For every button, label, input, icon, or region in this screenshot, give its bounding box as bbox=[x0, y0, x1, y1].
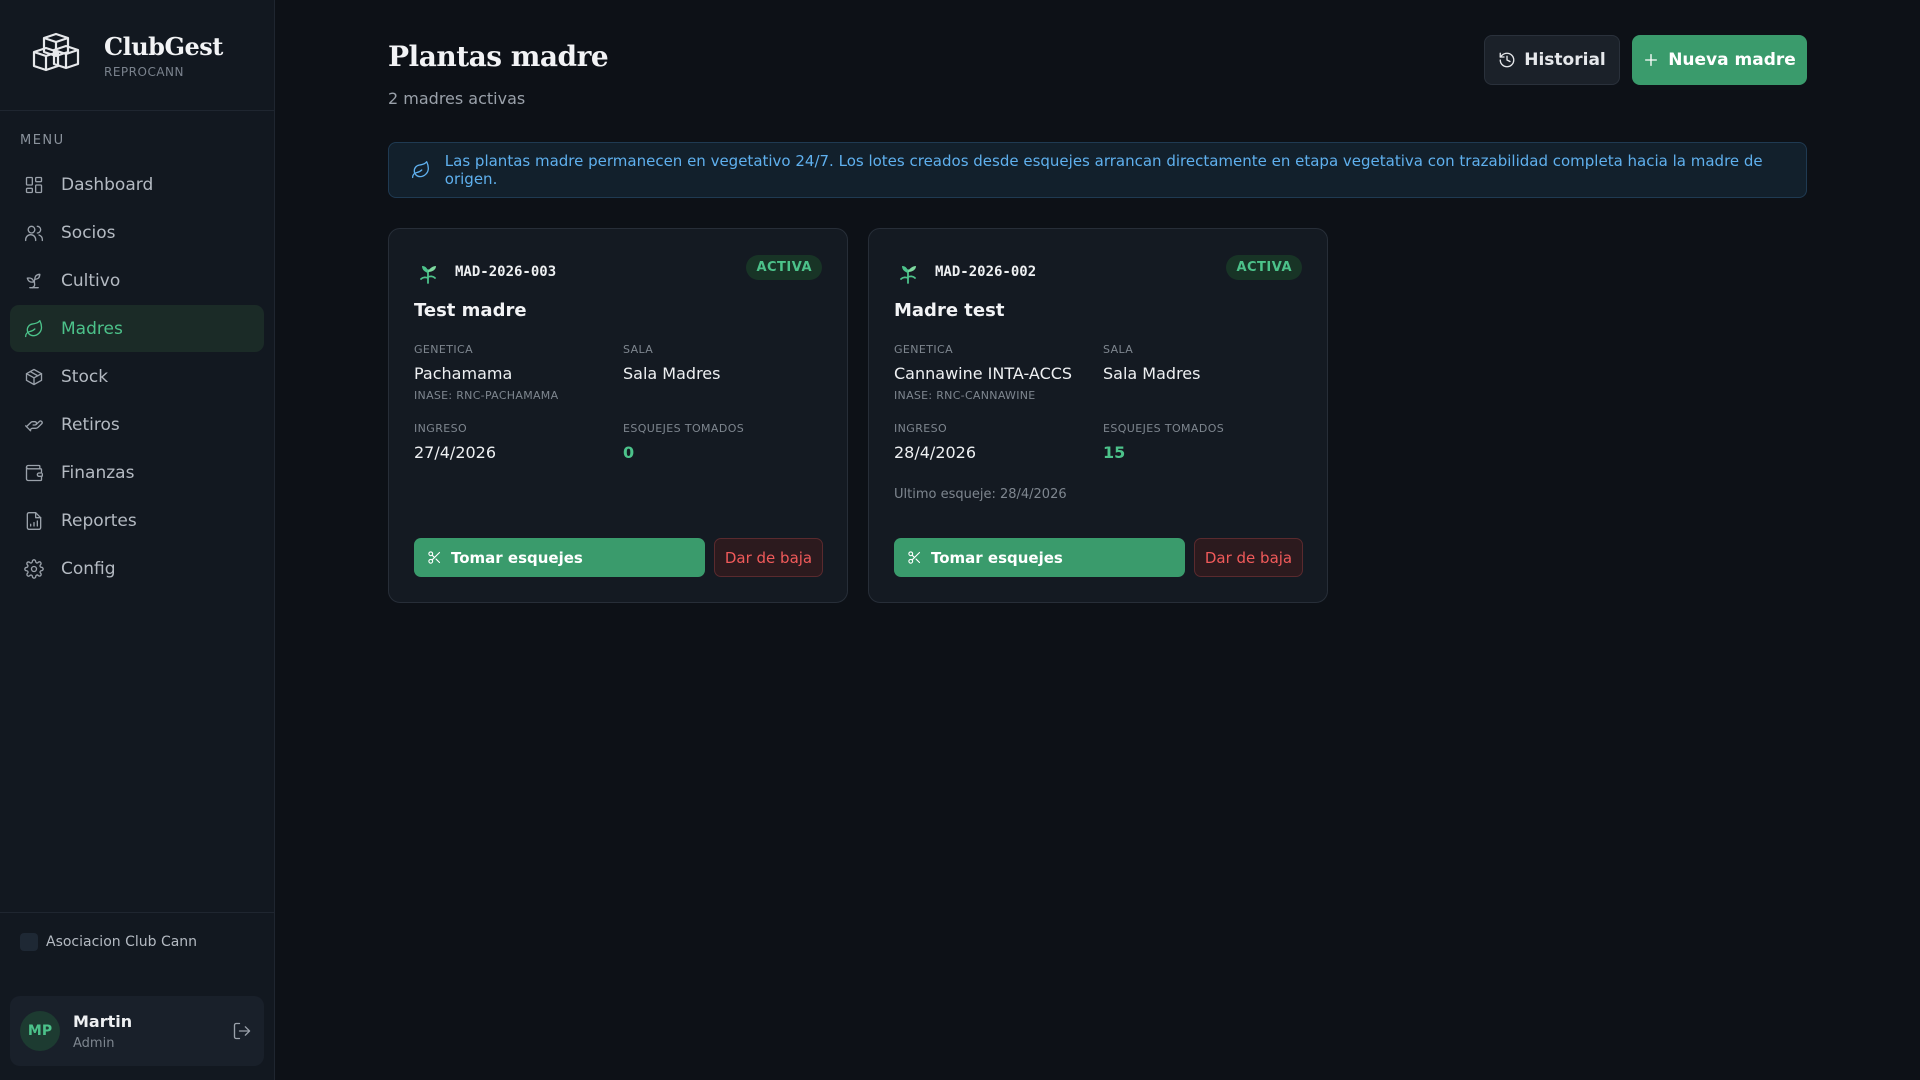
sidebar-item-label: Stock bbox=[61, 366, 109, 387]
sidebar-item-reportes[interactable]: Reportes bbox=[10, 497, 264, 544]
entry-label: INGRESO bbox=[414, 422, 468, 435]
sidebar-item-label: Dashboard bbox=[61, 174, 154, 195]
brand[interactable]: ClubGest REPROCANN bbox=[0, 0, 274, 111]
genetics-field: GENETICA Pachamama INASE: RNC-PACHAMAMA bbox=[414, 343, 558, 402]
user-role: Admin bbox=[73, 1035, 115, 1051]
sidebar-item-label: Finanzas bbox=[61, 462, 135, 483]
genetics-value: Cannawine INTA-ACCS bbox=[894, 364, 1073, 383]
entry-label: INGRESO bbox=[894, 422, 948, 435]
cuttings-field: ESQUEJES TOMADOS 15 bbox=[1103, 422, 1224, 462]
sidebar-item-config[interactable]: Config bbox=[10, 545, 264, 592]
organization-logo bbox=[20, 932, 38, 951]
mother-name: Test madre bbox=[414, 300, 527, 321]
mother-name: Madre test bbox=[894, 300, 1005, 321]
user-panel: MP Martin Admin bbox=[10, 996, 264, 1066]
status-badge: ACTIVA bbox=[746, 255, 822, 280]
sidebar-item-retiros[interactable]: Retiros bbox=[10, 401, 264, 448]
wallet-icon bbox=[25, 464, 43, 481]
sidebar-item-label: Retiros bbox=[61, 414, 120, 435]
genetics-label: GENETICA bbox=[894, 343, 954, 356]
entry-value: 28/4/2026 bbox=[894, 443, 977, 462]
inase-value: INASE: RNC-PACHAMAMA bbox=[414, 389, 559, 402]
leaf-icon bbox=[411, 161, 429, 179]
user-name: Martin bbox=[73, 1011, 133, 1031]
sidebar-item-stock[interactable]: Stock bbox=[10, 353, 264, 400]
room-label: SALA bbox=[1103, 343, 1134, 356]
cuttings-label: ESQUEJES TOMADOS bbox=[623, 422, 745, 435]
sidebar-item-label: Madres bbox=[61, 318, 123, 339]
sidebar-item-cultivo[interactable]: Cultivo bbox=[10, 257, 264, 304]
new-mother-label: Nueva madre bbox=[1668, 50, 1796, 70]
cuttings-field: ESQUEJES TOMADOS 0 bbox=[623, 422, 744, 462]
scissors-icon bbox=[908, 551, 921, 564]
package-icon bbox=[25, 368, 43, 385]
cuttings-value: 15 bbox=[1103, 443, 1126, 462]
sprout-icon bbox=[26, 273, 41, 288]
sidebar-item-label: Socios bbox=[61, 222, 116, 243]
info-banner: Las plantas madre permanecen en vegetati… bbox=[388, 142, 1807, 198]
plant-icon bbox=[900, 266, 916, 284]
inase-value: INASE: RNC-CANNAWINE bbox=[894, 389, 1036, 402]
logout-icon bbox=[233, 1022, 251, 1040]
genetics-field: GENETICA Cannawine INTA-ACCS INASE: RNC-… bbox=[894, 343, 1072, 402]
room-field: SALA Sala Madres bbox=[1103, 343, 1200, 383]
mother-code: MAD-2026-002 bbox=[935, 264, 1037, 280]
deactivate-button[interactable]: Dar de baja bbox=[1194, 538, 1303, 577]
take-cuttings-label: Tomar esquejes bbox=[931, 548, 1063, 567]
entry-value: 27/4/2026 bbox=[414, 443, 497, 462]
take-cuttings-label: Tomar esquejes bbox=[451, 548, 583, 567]
entry-field: INGRESO 28/4/2026 bbox=[894, 422, 976, 462]
take-cuttings-button[interactable]: Tomar esquejes bbox=[894, 538, 1185, 577]
sidebar-item-label: Cultivo bbox=[61, 270, 121, 291]
organization-name: Asociacion Club Cann bbox=[46, 933, 198, 950]
room-field: SALA Sala Madres bbox=[623, 343, 720, 383]
deactivate-button[interactable]: Dar de baja bbox=[714, 538, 823, 577]
cuttings-value: 0 bbox=[623, 443, 635, 462]
sidebar-item-madres[interactable]: Madres bbox=[10, 305, 264, 352]
cuttings-label: ESQUEJES TOMADOS bbox=[1103, 422, 1225, 435]
room-value: Sala Madres bbox=[1103, 364, 1201, 383]
last-cutting: Ultimo esqueje: 28/4/2026 bbox=[894, 487, 1067, 502]
leaf-icon bbox=[25, 319, 43, 337]
info-banner-text: Las plantas madre permanecen en vegetati… bbox=[444, 152, 1763, 188]
genetics-label: GENETICA bbox=[414, 343, 474, 356]
mother-card: MAD-2026-002 ACTIVA Madre test GENETICA … bbox=[868, 228, 1328, 603]
sidebar-item-dashboard[interactable]: Dashboard bbox=[10, 161, 264, 208]
report-icon bbox=[26, 511, 42, 530]
menu-label: MENU bbox=[20, 133, 65, 148]
sidebar-item-finanzas[interactable]: Finanzas bbox=[10, 449, 264, 496]
app-subtitle: REPROCANN bbox=[104, 64, 184, 79]
mother-card: MAD-2026-003 ACTIVA Test madre GENETICA … bbox=[388, 228, 848, 603]
take-cuttings-button[interactable]: Tomar esquejes bbox=[414, 538, 705, 577]
history-icon bbox=[1499, 52, 1515, 68]
plus-icon bbox=[1645, 54, 1658, 66]
hand-icon bbox=[25, 419, 43, 431]
gear-icon bbox=[24, 558, 44, 579]
page-subtitle: 2 madres activas bbox=[388, 89, 526, 108]
genetics-value: Pachamama bbox=[414, 364, 513, 383]
plant-icon bbox=[420, 266, 436, 284]
sidebar: ClubGest REPROCANN MENU Dashboard Socios… bbox=[0, 0, 275, 1080]
room-label: SALA bbox=[623, 343, 654, 356]
new-mother-button[interactable]: Nueva madre bbox=[1632, 35, 1807, 85]
scissors-icon bbox=[428, 551, 441, 564]
status-badge: ACTIVA bbox=[1226, 255, 1302, 280]
organization[interactable]: Asociacion Club Cann bbox=[0, 912, 274, 970]
logout-button[interactable] bbox=[232, 1021, 252, 1041]
app-name: ClubGest bbox=[104, 31, 223, 61]
grid-icon bbox=[25, 176, 43, 193]
sidebar-item-label: Reportes bbox=[61, 510, 137, 531]
history-button[interactable]: Historial bbox=[1484, 35, 1620, 85]
sidebar-nav: Dashboard Socios Cultivo Madres Stock Re… bbox=[0, 161, 274, 592]
page-title: Plantas madre bbox=[388, 40, 609, 73]
history-label: Historial bbox=[1524, 50, 1606, 70]
sidebar-item-socios[interactable]: Socios bbox=[10, 209, 264, 256]
avatar: MP bbox=[20, 1011, 60, 1051]
sidebar-item-label: Config bbox=[61, 558, 116, 579]
room-value: Sala Madres bbox=[623, 364, 721, 383]
users-icon bbox=[25, 225, 43, 241]
mother-code: MAD-2026-003 bbox=[455, 264, 557, 280]
entry-field: INGRESO 27/4/2026 bbox=[414, 422, 496, 462]
logo-icon bbox=[32, 32, 80, 72]
